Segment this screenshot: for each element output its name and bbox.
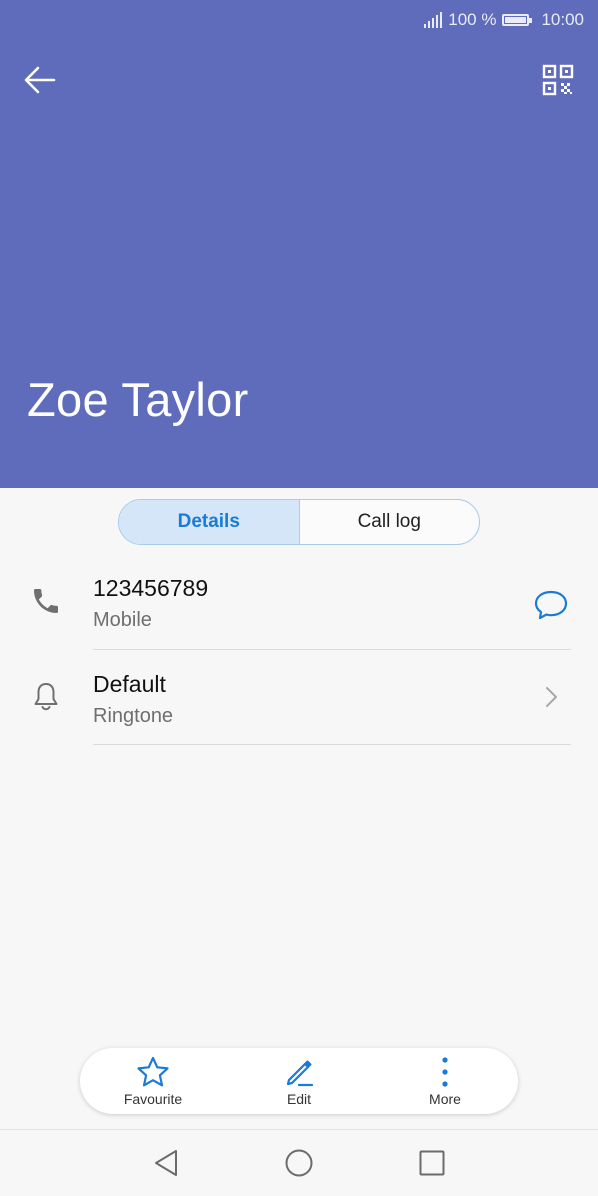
star-icon <box>137 1056 169 1087</box>
phone-number: 123456789 <box>93 575 209 601</box>
row-divider <box>93 649 571 650</box>
tab-call-log[interactable]: Call log <box>300 500 480 544</box>
nav-recents-button[interactable] <box>415 1146 449 1180</box>
back-triangle-icon <box>155 1150 177 1176</box>
recents-square-icon <box>419 1150 445 1176</box>
signal-icon <box>424 12 443 28</box>
qr-code-icon <box>542 64 574 96</box>
edit-button[interactable]: Edit <box>226 1048 372 1114</box>
contact-header: 100 % 10:00 Zoe Taylor <box>0 0 598 488</box>
arrow-left-icon <box>24 66 56 94</box>
more-button[interactable]: More <box>372 1048 518 1114</box>
qr-code-button[interactable] <box>540 62 576 98</box>
status-bar: 100 % 10:00 <box>424 8 584 32</box>
phone-number-row[interactable]: 123456789 Mobile <box>0 560 598 656</box>
ringtone-label: Ringtone <box>93 705 174 727</box>
ringtone-row[interactable]: Default Ringtone <box>0 656 598 752</box>
row-divider <box>93 744 571 745</box>
chevron-right-icon <box>546 687 557 707</box>
status-time: 10:00 <box>541 10 584 29</box>
phone-icon <box>34 589 58 613</box>
bell-icon <box>34 683 58 711</box>
home-circle-icon <box>285 1149 313 1177</box>
pencil-icon <box>286 1060 314 1087</box>
more-label: More <box>429 1091 461 1107</box>
battery-icon <box>502 14 533 26</box>
message-icon <box>534 590 568 620</box>
contact-name: Zoe Taylor <box>27 373 249 426</box>
battery-percentage: 100 % <box>448 10 497 29</box>
back-button[interactable] <box>20 60 60 100</box>
tab-bar: Details Call log <box>118 499 480 545</box>
favourite-label: Favourite <box>123 1091 183 1107</box>
edit-label: Edit <box>286 1091 312 1107</box>
phone-type: Mobile <box>93 609 152 631</box>
system-nav-bar <box>0 1129 598 1196</box>
favourite-button[interactable]: Favourite <box>80 1048 226 1114</box>
nav-back-button[interactable] <box>149 1146 183 1180</box>
more-vertical-icon <box>442 1057 448 1087</box>
send-message-button[interactable] <box>530 584 572 626</box>
nav-home-button[interactable] <box>282 1146 316 1180</box>
ringtone-value: Default <box>93 671 166 697</box>
tab-details[interactable]: Details <box>119 500 300 544</box>
contact-action-bar: Favourite Edit More <box>80 1048 518 1114</box>
